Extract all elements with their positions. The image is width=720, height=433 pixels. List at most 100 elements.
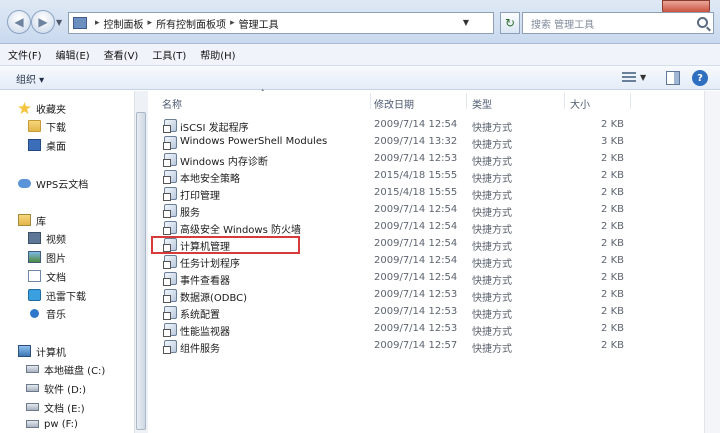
odbc-icon	[163, 289, 177, 303]
file-date: 2009/7/14 12:54	[374, 255, 458, 266]
menu-view[interactable]: 查看(V)	[104, 47, 139, 62]
sidebar-item-wps-cloud[interactable]: WPS云文档	[18, 174, 88, 192]
file-name: iSCSI 发起程序	[180, 123, 249, 134]
sidebar-item-videos[interactable]: 视频	[28, 229, 66, 247]
sidebar-item-computer[interactable]: 计算机	[18, 342, 66, 360]
file-type: 快捷方式	[472, 242, 512, 253]
file-row[interactable]: 事件查看器 2009/7/14 12:54 快捷方式 2 KB	[150, 270, 720, 287]
file-type: 快捷方式	[472, 344, 512, 355]
file-name: 数据源(ODBC)	[180, 293, 248, 304]
back-button[interactable]: ◀	[7, 10, 31, 34]
file-row[interactable]: 系统配置 2009/7/14 12:53 快捷方式 2 KB	[150, 304, 720, 321]
sidebar-item-label: WPS云文档	[36, 179, 89, 191]
memory-diagnostic-icon	[163, 153, 177, 167]
file-size: 2 KB	[601, 204, 624, 215]
file-date: 2009/7/14 12:54	[374, 221, 458, 232]
sidebar-item-label: 计算机	[36, 347, 66, 359]
view-options-icon[interactable]	[622, 72, 636, 84]
sidebar-item-favorites[interactable]: 收藏夹	[18, 99, 66, 117]
sidebar-item-drive-c[interactable]: 本地磁盘 (C:)	[26, 360, 105, 378]
sidebar-item-label: 文档 (E:)	[44, 403, 85, 415]
sidebar-item-music[interactable]: 音乐	[28, 304, 66, 322]
task-scheduler-icon	[163, 255, 177, 269]
sidebar-item-libraries[interactable]: 库	[18, 211, 46, 229]
menu-file[interactable]: 文件(F)	[8, 47, 42, 62]
file-row[interactable]: 高级安全 Windows 防火墙 2009/7/14 12:54 快捷方式 2 KB	[150, 219, 720, 236]
address-dropdown-icon[interactable]: ▼	[463, 18, 469, 27]
organize-button[interactable]: 组织 ▾	[16, 71, 44, 86]
file-row[interactable]: 打印管理 2015/4/18 15:55 快捷方式 2 KB	[150, 185, 720, 202]
file-row[interactable]: 任务计划程序 2009/7/14 12:54 快捷方式 2 KB	[150, 253, 720, 270]
file-row[interactable]: Windows 内存诊断 2009/7/14 12:53 快捷方式 2 KB	[150, 151, 720, 168]
menu-edit[interactable]: 编辑(E)	[56, 47, 90, 62]
file-name: 性能监视器	[180, 327, 230, 338]
print-management-icon	[163, 187, 177, 201]
command-bar: 组织 ▾ ▼ ?	[0, 66, 720, 90]
forward-button[interactable]: ▶	[31, 10, 55, 34]
file-name: 打印管理	[180, 191, 220, 202]
file-row[interactable]: 数据源(ODBC) 2009/7/14 12:53 快捷方式 2 KB	[150, 287, 720, 304]
file-date: 2009/7/14 12:57	[374, 340, 458, 351]
file-type: 快捷方式	[472, 191, 512, 202]
sidebar-item-label: 收藏夹	[36, 104, 66, 116]
column-name[interactable]: 名称	[162, 96, 182, 111]
chevron-right-icon[interactable]: ▸	[230, 18, 235, 28]
file-row[interactable]: 本地安全策略 2015/4/18 15:55 快捷方式 2 KB	[150, 168, 720, 185]
file-row[interactable]: iSCSI 发起程序 2009/7/14 12:54 快捷方式 2 KB	[150, 117, 720, 134]
preview-pane-icon[interactable]	[666, 71, 680, 85]
chevron-right-icon[interactable]: ▸	[148, 18, 153, 28]
file-name: 任务计划程序	[180, 259, 240, 270]
file-name: 系统配置	[180, 310, 220, 321]
file-row[interactable]: 组件服务 2009/7/14 12:57 快捷方式 2 KB	[150, 338, 720, 355]
file-size: 3 KB	[601, 136, 624, 147]
column-divider[interactable]	[630, 93, 631, 109]
services-icon	[163, 204, 177, 218]
sidebar-scroll-thumb[interactable]	[136, 112, 146, 430]
file-row[interactable]: Windows PowerShell Modules 2009/7/14 13:3…	[150, 134, 720, 151]
sidebar-item-drive-d[interactable]: 软件 (D:)	[26, 379, 86, 397]
recent-pages-dropdown[interactable]: ▼	[56, 18, 62, 27]
column-divider[interactable]	[370, 93, 371, 109]
column-divider[interactable]	[466, 93, 467, 109]
highlight-box	[151, 236, 300, 254]
column-header: 名称 修改日期 类型 大小	[150, 91, 720, 111]
file-size: 2 KB	[601, 170, 624, 181]
sidebar-item-xunlei[interactable]: 迅雷下载	[28, 286, 86, 304]
column-date[interactable]: 修改日期	[374, 96, 414, 111]
sidebar-item-documents[interactable]: 文档	[28, 267, 66, 285]
cloud-icon	[18, 178, 31, 188]
file-size: 2 KB	[601, 340, 624, 351]
column-divider[interactable]	[564, 93, 565, 109]
file-row[interactable]: 性能监视器 2009/7/14 12:53 快捷方式 2 KB	[150, 321, 720, 338]
sidebar-item-label: 软件 (D:)	[44, 384, 87, 396]
sidebar-item-pictures[interactable]: 图片	[28, 248, 66, 266]
breadcrumb-control-panel[interactable]: 控制面板	[104, 16, 144, 31]
column-type[interactable]: 类型	[472, 96, 492, 111]
refresh-button[interactable]: ↻	[500, 12, 520, 34]
file-date: 2009/7/14 12:54	[374, 119, 458, 130]
sidebar-item-drive-f[interactable]: pw (F:)	[26, 415, 78, 433]
search-input[interactable]: 搜索 管理工具	[522, 12, 714, 34]
iscsi-icon	[163, 119, 177, 133]
file-date: 2009/7/14 12:54	[374, 238, 458, 249]
search-icon[interactable]	[697, 17, 708, 28]
breadcrumb-all-items[interactable]: 所有控制面板项	[156, 16, 226, 31]
chevron-right-icon[interactable]: ▸	[95, 18, 100, 28]
sidebar-item-desktop[interactable]: 桌面	[28, 136, 66, 154]
view-dropdown-icon[interactable]: ▼	[640, 73, 646, 82]
file-row[interactable]: 服务 2009/7/14 12:54 快捷方式 2 KB	[150, 202, 720, 219]
music-icon	[30, 308, 39, 318]
sidebar-item-drive-e[interactable]: 文档 (E:)	[26, 398, 85, 416]
file-list-scrollbar[interactable]	[704, 91, 720, 433]
file-type: 快捷方式	[472, 174, 512, 185]
column-size[interactable]: 大小	[570, 96, 590, 111]
sidebar-item-downloads[interactable]: 下载	[28, 117, 66, 135]
menu-tools[interactable]: 工具(T)	[152, 47, 186, 62]
folder-icon	[28, 120, 41, 132]
menu-help[interactable]: 帮助(H)	[200, 47, 235, 62]
breadcrumb-admin-tools[interactable]: 管理工具	[239, 16, 279, 31]
file-type: 快捷方式	[472, 293, 512, 304]
address-bar[interactable]: ▸ 控制面板 ▸ 所有控制面板项 ▸ 管理工具 ▼	[68, 12, 494, 34]
xunlei-icon	[28, 289, 41, 301]
help-icon[interactable]: ?	[692, 70, 708, 86]
